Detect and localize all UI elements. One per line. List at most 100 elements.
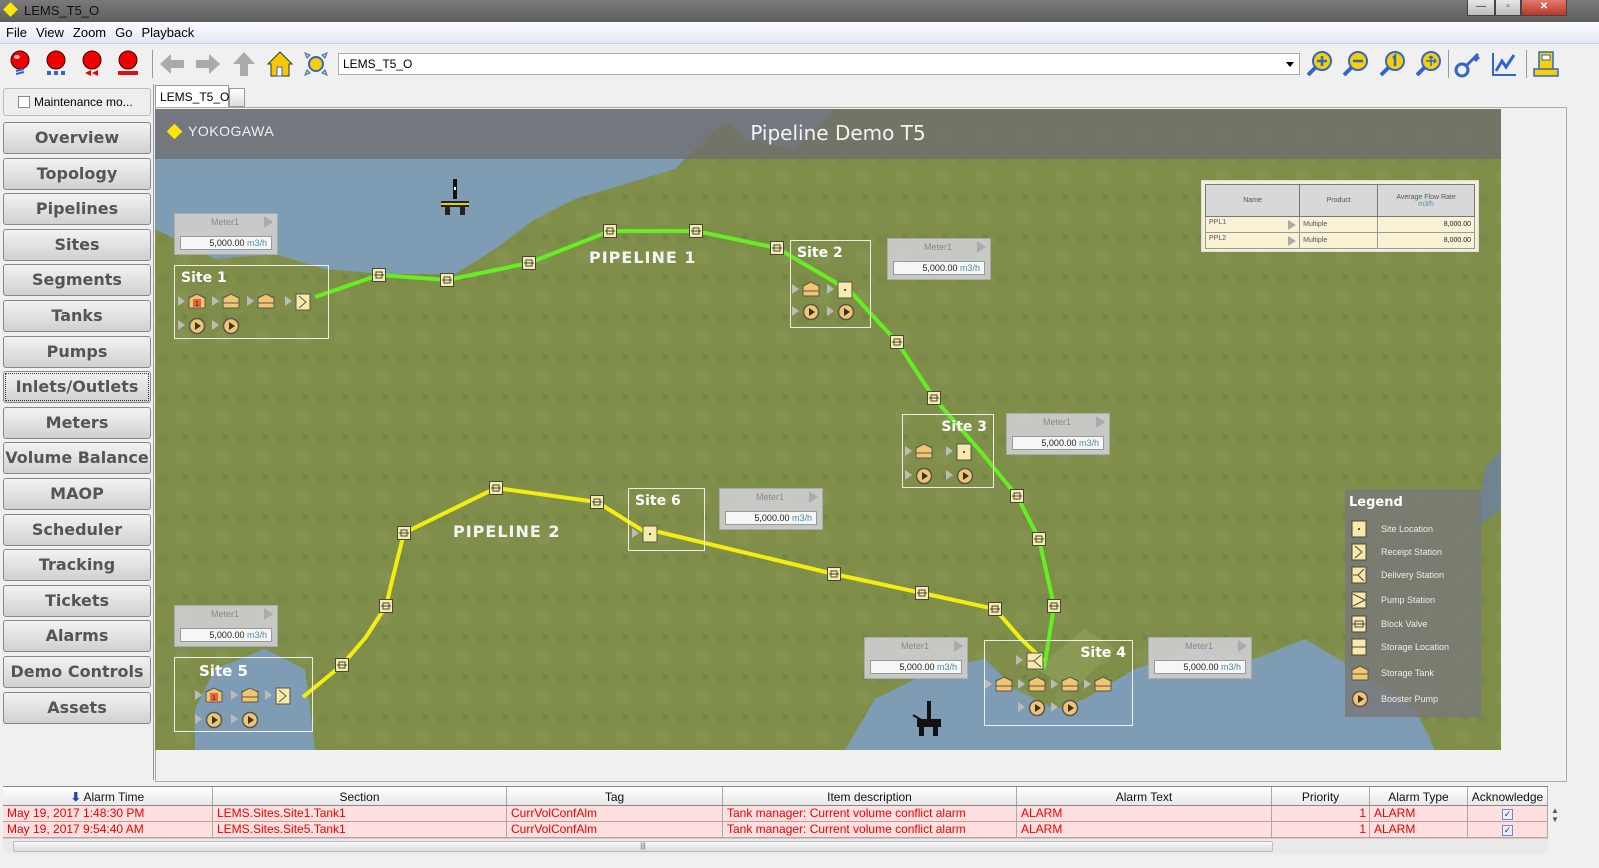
block-valve-icon[interactable]	[827, 567, 841, 581]
booster-pump-icon[interactable]	[956, 467, 974, 485]
sidebar-item-assets[interactable]: Assets	[3, 691, 151, 724]
sidebar-item-alarms[interactable]: Alarms	[3, 620, 151, 653]
meter-details-arrow-icon[interactable]	[264, 216, 273, 228]
sidebar-item-scheduler[interactable]: Scheduler	[3, 513, 151, 546]
col-alarm-time[interactable]: ⬇ Alarm Time	[3, 787, 213, 805]
block-valve-icon[interactable]	[927, 391, 941, 405]
meter-details-arrow-icon[interactable]	[1096, 416, 1105, 428]
storage-tank-icon[interactable]	[915, 443, 933, 461]
block-valve-icon[interactable]	[1047, 599, 1061, 613]
alarm-horizontal-scrollbar[interactable]: |||	[3, 838, 1548, 854]
meter-panel[interactable]: Meter1 5,000.00 m3/h	[719, 488, 823, 530]
sidebar-item-demo-controls[interactable]: Demo Controls	[3, 656, 151, 688]
meter-panel[interactable]: Meter1 5,000.00 m3/h	[1148, 637, 1252, 679]
meter-details-arrow-icon[interactable]	[954, 640, 963, 652]
menu-file[interactable]: File	[0, 22, 30, 40]
menu-go[interactable]: Go	[109, 22, 135, 40]
sidebar-item-sites[interactable]: Sites	[3, 228, 151, 261]
sidebar-item-pumps[interactable]: Pumps	[3, 335, 151, 368]
col-priority[interactable]: Priority	[1272, 787, 1370, 805]
block-valve-icon[interactable]	[890, 335, 904, 349]
minimize-button[interactable]: —	[1467, 0, 1495, 16]
dropdown-arrow-icon[interactable]	[1286, 62, 1294, 67]
forward-button[interactable]	[192, 48, 224, 80]
block-valve-icon[interactable]	[770, 241, 784, 255]
storage-tank-alarm-icon[interactable]: 1	[205, 687, 223, 705]
delivery-station-icon[interactable]	[1026, 652, 1044, 670]
alarm-single-button[interactable]	[4, 48, 36, 80]
booster-pump-icon[interactable]	[222, 317, 240, 335]
block-valve-icon[interactable]	[590, 495, 604, 509]
table-row[interactable]: PPL1 Multiple 8,000.00	[1204, 216, 1475, 233]
sidebar-item-volume-balance[interactable]: Volume Balance	[3, 442, 151, 475]
storage-tank-icon[interactable]	[222, 293, 240, 311]
booster-pump-icon[interactable]	[1061, 699, 1079, 717]
booster-pump-icon[interactable]	[915, 467, 933, 485]
acknowledge-checkbox[interactable]: ✓	[1502, 809, 1513, 820]
alarm-back-button[interactable]	[76, 48, 108, 80]
block-valve-icon[interactable]	[915, 586, 929, 600]
alarm-vertical-scrollbar[interactable]: ▲ ▼	[1548, 806, 1562, 838]
storage-tank-alarm-icon[interactable]: 1	[188, 293, 206, 311]
restore-button[interactable]: ▫	[1495, 0, 1521, 16]
sidebar-item-meters[interactable]: Meters	[3, 406, 151, 439]
tab-lems-t5-o[interactable]: LEMS_T5_O	[155, 85, 229, 107]
block-valve-icon[interactable]	[1032, 532, 1046, 546]
booster-pump-icon[interactable]	[188, 317, 206, 335]
col-acknowledge[interactable]: Acknowledge	[1468, 787, 1548, 805]
back-button[interactable]	[156, 48, 188, 80]
site-location-icon[interactable]	[956, 443, 974, 461]
sidebar-item-tanks[interactable]: Tanks	[3, 300, 151, 332]
zoom-reset-button[interactable]	[1376, 48, 1408, 80]
site-6-box[interactable]: Site 6	[628, 488, 705, 551]
block-valve-icon[interactable]	[689, 224, 703, 238]
col-tag[interactable]: Tag	[507, 787, 723, 805]
meter-panel[interactable]: Meter1 5,000.00 m3/h	[174, 605, 278, 647]
alarm-ack-button[interactable]	[112, 48, 144, 80]
storage-tank-icon[interactable]	[1061, 676, 1079, 694]
zoom-out-button[interactable]	[1339, 48, 1371, 80]
new-tab-button[interactable]	[229, 88, 245, 107]
meter-panel[interactable]: Meter1 5,000.00 m3/h	[1006, 413, 1110, 455]
storage-tank-icon[interactable]	[1094, 676, 1112, 694]
col-section[interactable]: Section	[213, 787, 507, 805]
scroll-down-icon[interactable]: ▼	[1548, 815, 1562, 824]
block-valve-icon[interactable]	[335, 658, 349, 672]
storage-tank-icon[interactable]	[257, 293, 275, 311]
sidebar-item-inlets-outlets[interactable]: Inlets/Outlets	[3, 371, 151, 404]
booster-pump-icon[interactable]	[802, 303, 820, 321]
block-valve-icon[interactable]	[440, 273, 454, 287]
block-valve-icon[interactable]	[379, 599, 393, 613]
alarm-group-button[interactable]	[40, 48, 72, 80]
checkbox-box[interactable]	[18, 96, 30, 108]
acknowledge-checkbox[interactable]: ✓	[1502, 825, 1513, 836]
report-button[interactable]	[1530, 48, 1562, 80]
sidebar-item-topology[interactable]: Topology	[3, 157, 151, 190]
storage-tank-icon[interactable]	[802, 281, 820, 299]
col-alarm-type[interactable]: Alarm Type	[1370, 787, 1468, 805]
table-row[interactable]: PPL2 Multiple 8,000.00	[1204, 232, 1475, 249]
maintenance-mode-checkbox[interactable]: Maintenance mo...	[3, 88, 151, 116]
receipt-station-icon[interactable]	[295, 293, 313, 311]
menu-playback[interactable]: Playback	[135, 22, 197, 40]
storage-tank-icon[interactable]	[241, 687, 259, 705]
booster-pump-icon[interactable]	[241, 711, 259, 729]
block-valve-icon[interactable]	[988, 602, 1002, 616]
block-valve-icon[interactable]	[372, 268, 386, 282]
details-arrow-icon[interactable]	[1288, 220, 1297, 230]
menu-view[interactable]: View	[30, 22, 67, 40]
trend-button[interactable]	[1488, 48, 1520, 80]
menu-zoom[interactable]: Zoom	[67, 22, 109, 40]
meter-details-arrow-icon[interactable]	[264, 608, 273, 620]
site-location-icon[interactable]	[642, 525, 660, 543]
zoom-fit-button[interactable]	[1412, 48, 1444, 80]
block-valve-icon[interactable]	[522, 256, 536, 270]
home-button[interactable]	[264, 48, 296, 80]
receipt-station-icon[interactable]	[275, 687, 293, 705]
refresh-button[interactable]	[300, 48, 332, 80]
meter-details-arrow-icon[interactable]	[977, 241, 986, 253]
up-button[interactable]	[228, 48, 260, 80]
sidebar-item-tracking[interactable]: Tracking	[3, 549, 151, 582]
scroll-up-icon[interactable]: ▲	[1548, 806, 1562, 815]
key-button[interactable]	[1452, 48, 1484, 80]
